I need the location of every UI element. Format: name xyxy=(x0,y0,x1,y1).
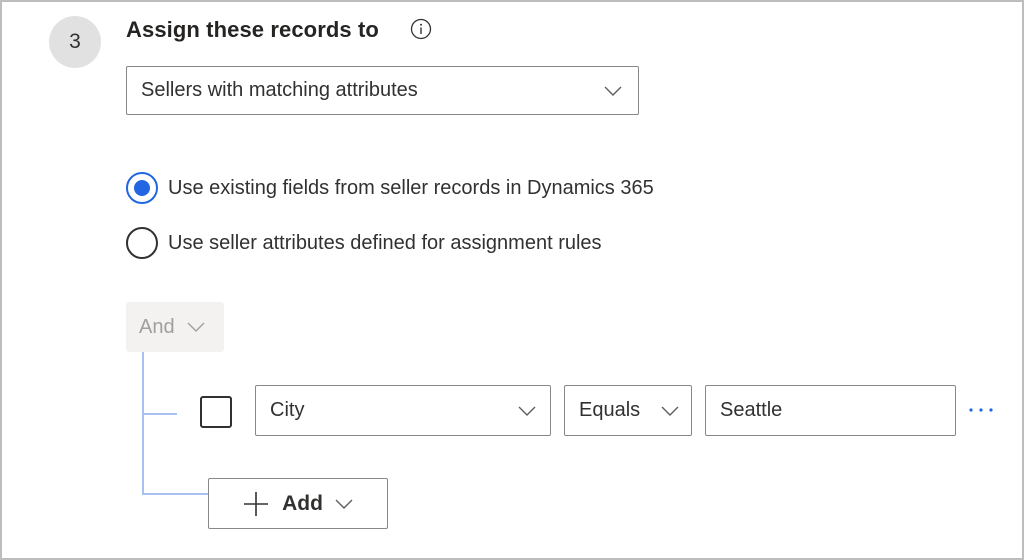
radio-option-existing-fields[interactable]: Use existing fields from seller records … xyxy=(126,172,654,204)
add-condition-button[interactable]: Add xyxy=(208,478,388,529)
radio-button-checked[interactable] xyxy=(126,172,158,204)
condition-field-dropdown[interactable]: City xyxy=(255,385,551,436)
radio-option-seller-attributes[interactable]: Use seller attributes defined for assign… xyxy=(126,227,602,259)
info-icon[interactable] xyxy=(410,18,432,40)
section-title: Assign these records to xyxy=(126,17,379,42)
chevron-down-icon xyxy=(187,322,205,332)
radio-label: Use seller attributes defined for assign… xyxy=(168,231,602,254)
group-operator-dropdown[interactable]: And xyxy=(126,302,224,352)
chevron-down-icon xyxy=(661,406,679,416)
condition-field-value: City xyxy=(270,399,305,421)
radio-label: Use existing fields from seller records … xyxy=(168,176,654,199)
plus-icon xyxy=(244,491,269,516)
step-number-badge: 3 xyxy=(49,16,101,68)
group-operator-value: And xyxy=(139,315,175,338)
radio-button-unchecked[interactable] xyxy=(126,227,158,259)
assign-to-selected-value: Sellers with matching attributes xyxy=(141,79,418,101)
more-options-button[interactable] xyxy=(964,398,998,422)
tree-connector-line xyxy=(142,352,144,495)
chevron-down-icon xyxy=(335,499,353,509)
condition-value-input[interactable] xyxy=(705,385,956,436)
assign-to-dropdown[interactable]: Sellers with matching attributes xyxy=(126,66,639,115)
condition-operator-dropdown[interactable]: Equals xyxy=(564,385,692,436)
chevron-down-icon xyxy=(518,406,536,416)
condition-row-checkbox[interactable] xyxy=(200,396,232,428)
step-number: 3 xyxy=(69,30,81,53)
chevron-down-icon xyxy=(604,86,622,96)
condition-operator-value: Equals xyxy=(579,399,641,421)
add-button-label: Add xyxy=(282,491,323,515)
tree-branch-line xyxy=(142,493,209,495)
tree-branch-line xyxy=(142,413,177,415)
assignment-rule-step-panel: 3 Assign these records to Sellers with m… xyxy=(0,0,1024,560)
more-horizontal-icon xyxy=(969,408,993,412)
